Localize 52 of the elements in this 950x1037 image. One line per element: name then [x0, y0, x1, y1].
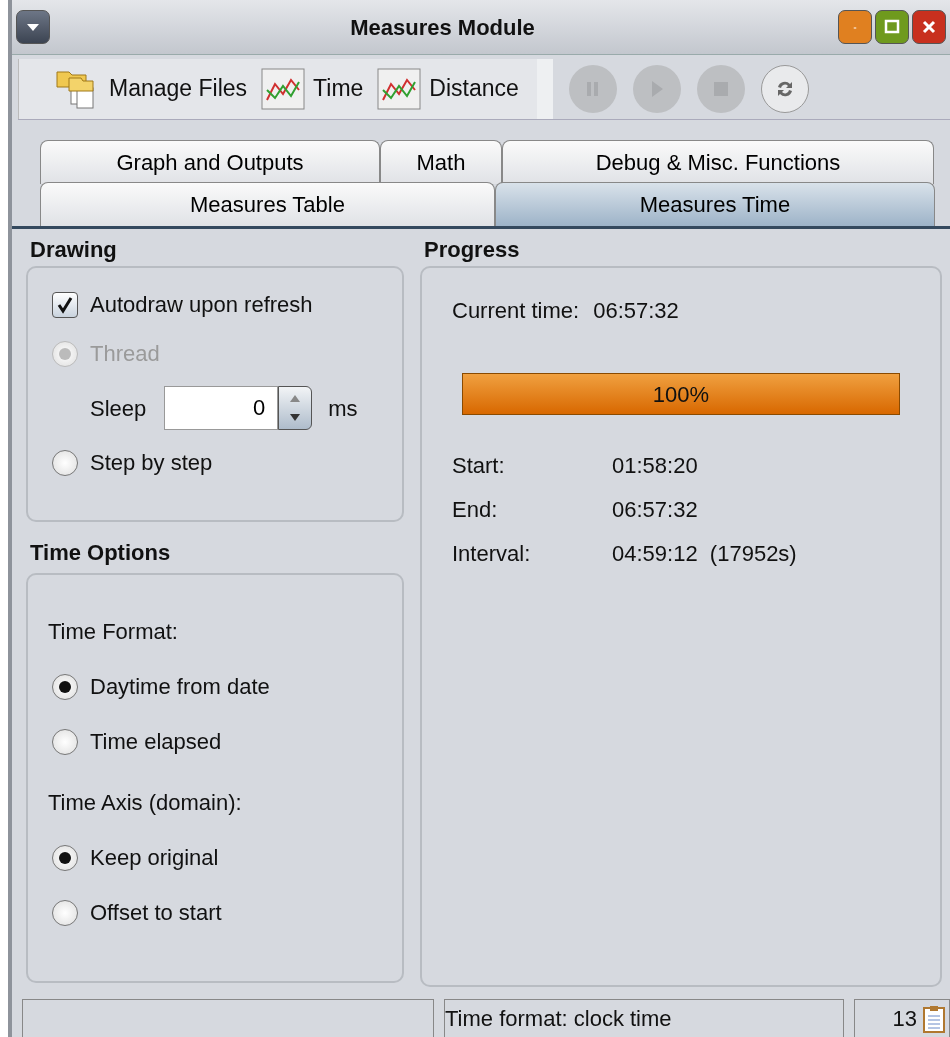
close-button[interactable]	[912, 10, 946, 44]
clipboard-icon[interactable]	[923, 1004, 945, 1033]
group-label: Time Axis (domain):	[48, 789, 243, 817]
disabled-option-label: Thread	[90, 340, 160, 368]
option-label: Keep original	[90, 844, 219, 872]
tab[interactable]: Measures Time	[495, 182, 935, 226]
radio-button[interactable]	[52, 844, 78, 871]
radio-button[interactable]	[52, 728, 78, 755]
manage-files-button[interactable]: Manage Files	[55, 67, 248, 110]
window-title: Measures Module	[349, 13, 536, 42]
option-label: Daytime from date	[90, 673, 270, 701]
option-label: Time elapsed	[90, 728, 222, 756]
radio-button[interactable]	[52, 449, 78, 476]
chart-button[interactable]: Time	[261, 67, 364, 110]
field-value: 01:58:20	[612, 452, 698, 480]
section-title: Drawing	[30, 236, 118, 264]
field-label: Interval:	[452, 540, 532, 568]
section-title: Time Options	[30, 539, 172, 567]
status-count: 13	[892, 1005, 917, 1033]
line-chart-icon	[377, 67, 422, 110]
window-menu-button[interactable]	[16, 10, 50, 44]
number-field[interactable]: 0	[164, 386, 279, 430]
option-label: Autodraw upon refresh	[90, 291, 313, 319]
progress-text: 100%	[652, 380, 710, 409]
radio-button[interactable]	[52, 673, 78, 700]
chart-button[interactable]: Distance	[377, 67, 519, 110]
field-value: 04:59:12 (17952s)	[612, 540, 797, 568]
maximize-icon	[884, 19, 900, 35]
sleep-label: Sleep	[90, 394, 147, 423]
maximize-button[interactable]	[875, 10, 909, 44]
field-label: Current time:	[452, 297, 580, 325]
section-title: Progress	[424, 236, 521, 264]
close-icon	[921, 19, 937, 35]
radio-button[interactable]	[52, 899, 78, 926]
field-label: End:	[452, 496, 499, 524]
field-value: 06:57:32	[612, 496, 698, 524]
unit-label: ms	[328, 394, 358, 423]
tab[interactable]: Math	[380, 140, 502, 184]
option-label: Step by step	[90, 449, 213, 477]
status-message: Time format: clock time	[444, 999, 844, 1037]
dropdown-icon	[25, 21, 41, 33]
field-label: Start:	[452, 452, 506, 480]
tab[interactable]: Graph and Outputs	[40, 140, 380, 184]
group-label: Time Format:	[48, 618, 179, 646]
spinner-buttons[interactable]	[278, 386, 313, 430]
option-label: Offset to start	[90, 899, 222, 927]
tab[interactable]: Measures Table	[40, 182, 495, 226]
minimize-button[interactable]	[838, 10, 872, 44]
line-chart-icon	[261, 67, 306, 110]
field-value: 06:57:32	[593, 297, 679, 325]
checkbox[interactable]	[52, 291, 78, 318]
tab[interactable]: Debug & Misc. Functions	[502, 140, 934, 184]
